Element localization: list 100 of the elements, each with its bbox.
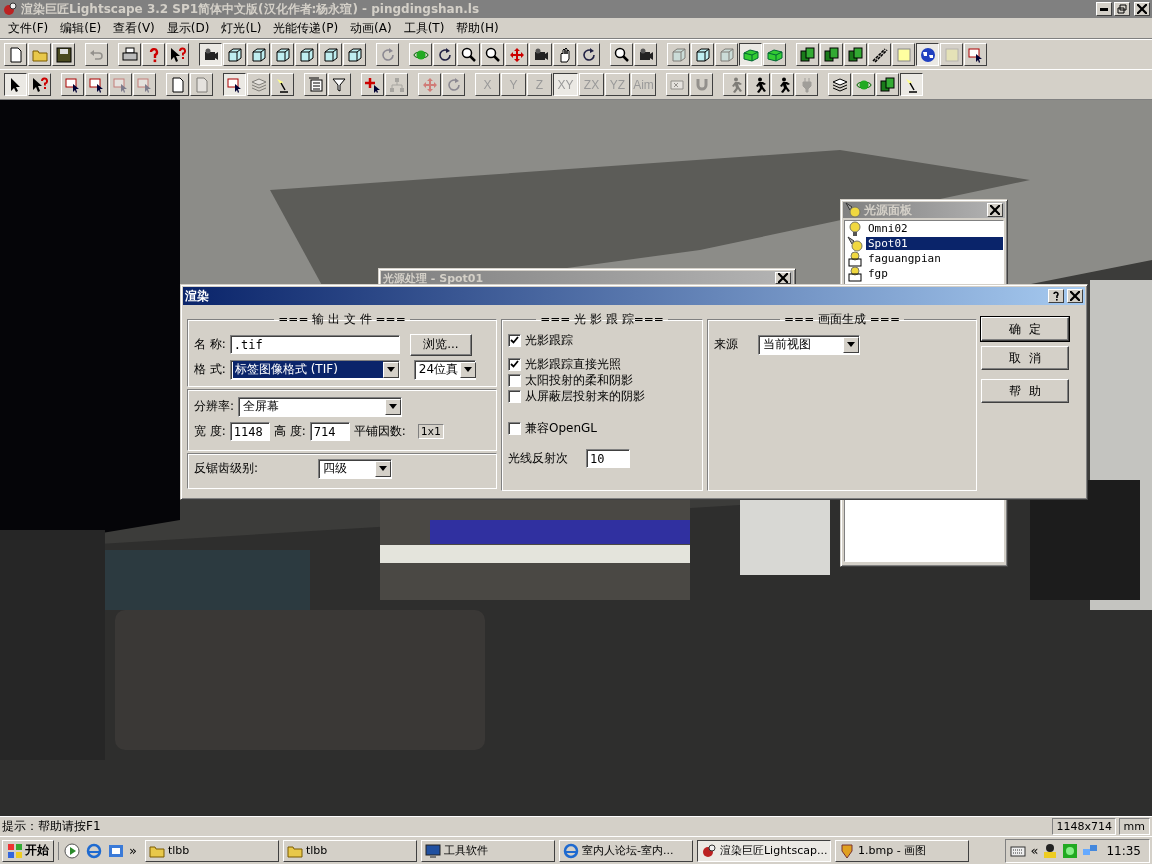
- source-select[interactable]: 当前视图: [758, 334, 860, 355]
- toolbar-button[interactable]: [900, 73, 923, 96]
- menu-item[interactable]: 文件(F): [2, 19, 55, 37]
- tree-icon: [388, 76, 405, 93]
- light-item[interactable]: Spot01: [866, 237, 1003, 250]
- checkbox[interactable]: [508, 373, 521, 387]
- checkbox[interactable]: [508, 389, 521, 403]
- format-select[interactable]: 标签图像格式 (TIF): [229, 359, 400, 380]
- copy-icon: [847, 46, 864, 63]
- start-button[interactable]: 开始: [2, 839, 54, 862]
- copy-icon: [799, 46, 816, 63]
- help-icon: [1053, 291, 1059, 301]
- quick-launch-button[interactable]: [85, 841, 103, 860]
- printer-icon: [121, 46, 138, 63]
- antialias-select[interactable]: 四级: [318, 458, 392, 479]
- menu-item[interactable]: 编辑(E): [54, 19, 108, 37]
- resolution-select[interactable]: 全屏幕: [238, 396, 403, 417]
- menu-item[interactable]: 灯光(L): [215, 19, 268, 37]
- window-title: 光源处理 - Spot01: [383, 270, 485, 286]
- checkbox[interactable]: [508, 357, 521, 371]
- light-item[interactable]: Omni02: [866, 222, 1003, 235]
- menu-item[interactable]: 帮助(H): [450, 19, 505, 37]
- caret-icon: [386, 367, 395, 372]
- task-button[interactable]: 室内人论坛-室内...: [558, 839, 693, 862]
- select-box-icon: [967, 46, 984, 63]
- unit-readout: mm: [1118, 818, 1150, 835]
- close-button[interactable]: [775, 272, 791, 284]
- task-button[interactable]: 渲染巨匠Lightscap...: [696, 839, 831, 862]
- orbit-icon: [580, 46, 597, 63]
- browser-icon: [86, 842, 102, 859]
- name-field[interactable]: .tif: [229, 335, 400, 354]
- browser-icon: [562, 842, 579, 859]
- field-label: 来源: [714, 336, 738, 353]
- solid-cube-icon: [766, 46, 783, 63]
- dropdown-button[interactable]: [843, 336, 859, 353]
- cube-icon: [322, 46, 339, 63]
- globe-icon: [919, 46, 936, 63]
- square-icon: [943, 46, 960, 63]
- filter-icon: [331, 76, 348, 93]
- cube-icon: [298, 46, 315, 63]
- quick-launch-button[interactable]: [63, 841, 81, 860]
- toolbar-button[interactable]: [916, 43, 939, 66]
- checkbox-label: 太阳投射的柔和阴影: [525, 371, 633, 389]
- task-button[interactable]: 1.bmp - 画图: [834, 839, 969, 862]
- list-icon: [307, 76, 324, 93]
- dropdown-button[interactable]: [385, 398, 402, 415]
- menu-item[interactable]: 动画(A): [344, 19, 398, 37]
- menu-item[interactable]: 查看(V): [107, 19, 161, 37]
- size-readout: 1148x714: [1051, 818, 1116, 835]
- bounce-field[interactable]: 10: [586, 449, 630, 468]
- checkbox-label: 光影跟踪直接光照: [525, 355, 621, 373]
- toolbar-button[interactable]: [739, 43, 762, 66]
- field-label: 名 称:: [194, 336, 226, 353]
- dropdown-button[interactable]: [375, 460, 391, 477]
- zoom-icon: [460, 46, 477, 63]
- move-icon: [421, 76, 438, 93]
- orbit-icon: [379, 46, 396, 63]
- caret-icon: [389, 404, 398, 409]
- light-item[interactable]: fgp: [866, 267, 1003, 280]
- close-icon: [1137, 4, 1147, 14]
- help-button[interactable]: [1048, 289, 1064, 303]
- cube-icon: [694, 46, 711, 63]
- task-button[interactable]: tlbb: [282, 839, 417, 862]
- height-field[interactable]: 714: [309, 422, 350, 441]
- close-icon: [990, 205, 1000, 215]
- depth-select[interactable]: 24位真: [413, 359, 476, 380]
- toolbar-button[interactable]: [223, 73, 246, 96]
- dialog-button[interactable]: 取 消: [981, 346, 1069, 370]
- toolbar-button[interactable]: [4, 73, 27, 96]
- light-item[interactable]: faguangpian: [866, 252, 1003, 265]
- dialog-button[interactable]: 帮 助: [981, 379, 1069, 403]
- caret-icon: [379, 466, 387, 471]
- task-button[interactable]: 工具软件: [420, 839, 555, 862]
- checkbox[interactable]: [508, 333, 521, 347]
- expand-tray-button[interactable]: «: [1030, 843, 1039, 858]
- close-button[interactable]: [1067, 289, 1083, 303]
- user-icon[interactable]: [1042, 842, 1059, 859]
- checkbox[interactable]: [508, 421, 521, 435]
- menu-item[interactable]: 工具(T): [397, 19, 451, 37]
- dropdown-button[interactable]: [460, 361, 477, 378]
- close-button[interactable]: [1134, 2, 1150, 16]
- clock: 11:35: [1105, 843, 1141, 858]
- window-title: 渲染巨匠Lightscape 3.2 SP1简体中文版(汉化作者:杨永瑄) - pingdingshan.ls: [21, 0, 481, 18]
- width-field[interactable]: 1148: [229, 422, 270, 441]
- status-hint: 提示：帮助请按F1: [2, 818, 102, 835]
- minimize-button[interactable]: [1096, 2, 1112, 16]
- spotlight-icon: [847, 235, 863, 252]
- field-label: 平铺因数:: [353, 423, 406, 440]
- more-button[interactable]: »: [129, 843, 137, 858]
- dialog-title: 渲染: [185, 287, 210, 305]
- browse-button[interactable]: 浏览...: [409, 333, 472, 356]
- new-file-icon: [169, 76, 186, 93]
- dialog-button[interactable]: 确 定: [981, 317, 1069, 341]
- close-button[interactable]: [987, 203, 1003, 217]
- task-button[interactable]: tlbb: [144, 839, 279, 862]
- toolbar-button[interactable]: [199, 43, 222, 66]
- menu-item[interactable]: 光能传递(P): [267, 19, 345, 37]
- field-label: 分辨率:: [194, 398, 235, 415]
- restore-button[interactable]: [1114, 2, 1130, 16]
- menu-item[interactable]: 显示(D): [160, 19, 216, 37]
